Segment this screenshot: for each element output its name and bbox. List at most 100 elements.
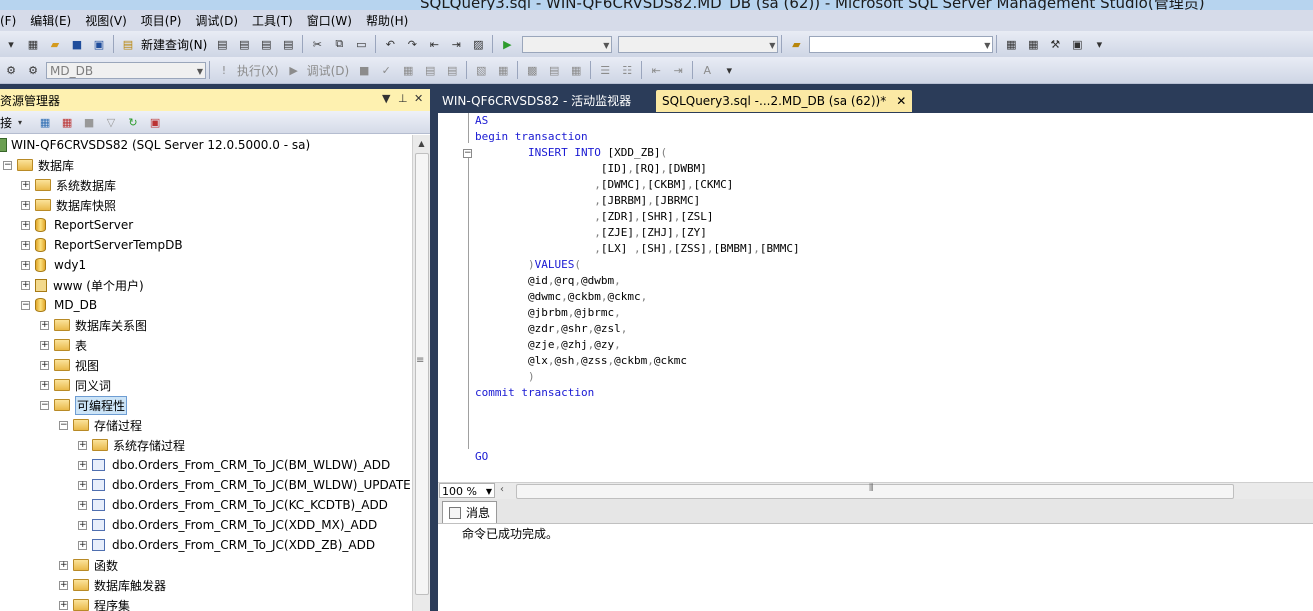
menu-file[interactable]: (F): [0, 14, 23, 28]
find-combo[interactable]: ▼: [809, 35, 994, 53]
debug-play-icon[interactable]: ▶: [286, 62, 302, 78]
connect-button[interactable]: 接: [0, 114, 12, 131]
disconnect-icon[interactable]: ▦: [59, 114, 75, 130]
tree-node[interactable]: + 表: [40, 335, 87, 355]
tree-node[interactable]: + ReportServerTempDB: [21, 235, 183, 255]
tree-node[interactable]: + www (单个用户): [21, 275, 144, 295]
navigate-back-icon[interactable]: ⇤: [426, 36, 442, 52]
increase-indent-icon[interactable]: ⇥: [670, 62, 686, 78]
xmla-query-icon[interactable]: ▤: [280, 36, 296, 52]
expand-icon[interactable]: +: [78, 440, 87, 450]
tree-node[interactable]: + 数据库触发器: [59, 575, 166, 595]
expand-icon[interactable]: +: [40, 320, 49, 330]
debug-button[interactable]: 调试(D): [307, 62, 350, 79]
estimated-plan-icon[interactable]: ▦: [400, 62, 416, 78]
stop-icon[interactable]: ■: [81, 114, 97, 130]
tree-node[interactable]: + 程序集: [59, 595, 130, 611]
available-databases-combo[interactable]: MD_DB ▼: [46, 61, 206, 79]
menu-debug[interactable]: 调试(D): [188, 12, 245, 29]
scroll-left-icon[interactable]: ‹: [500, 484, 504, 495]
menu-window[interactable]: 窗口(W): [300, 12, 359, 29]
menu-view[interactable]: 视图(V): [78, 12, 134, 29]
paste-icon[interactable]: ▭: [353, 36, 369, 52]
tree-node[interactable]: + 系统存储过程: [78, 435, 185, 455]
tree-node[interactable]: − 数据库: [3, 155, 74, 175]
expand-icon[interactable]: +: [40, 360, 49, 370]
connect-dropdown-icon[interactable]: ▾: [12, 114, 28, 130]
close-tab-icon[interactable]: ✕: [896, 94, 906, 108]
connect-explorer-icon[interactable]: ▦: [37, 114, 53, 130]
menu-edit[interactable]: 编辑(E): [23, 12, 78, 29]
tree-node[interactable]: + 同义词: [40, 375, 111, 395]
expand-icon[interactable]: +: [21, 240, 30, 250]
menu-help[interactable]: 帮助(H): [359, 12, 415, 29]
tree-node[interactable]: + ReportServer: [21, 215, 133, 235]
intellisense-icon[interactable]: ▧: [473, 62, 489, 78]
new-query-button[interactable]: 新建查询(N): [141, 36, 207, 53]
specify-values-icon[interactable]: ▤: [444, 62, 460, 78]
tree-node[interactable]: + 视图: [40, 355, 99, 375]
tree-node[interactable]: + dbo.Orders_From_CRM_To_JC(KC_KCDTB)_ADD: [78, 495, 388, 515]
tree-vertical-scrollbar[interactable]: ▲ ≡: [412, 135, 430, 611]
zoom-combo[interactable]: 100 % ▼: [439, 483, 495, 498]
expand-icon[interactable]: +: [59, 600, 68, 610]
horizontal-scrollbar-thumb[interactable]: ⦀: [516, 483, 1234, 499]
expand-icon[interactable]: +: [21, 180, 30, 190]
collapse-icon[interactable]: −: [21, 300, 30, 310]
activity-monitor-icon[interactable]: ▨: [470, 36, 486, 52]
tree-node[interactable]: − 存储过程: [59, 415, 142, 435]
expand-icon[interactable]: +: [78, 520, 87, 530]
expand-icon[interactable]: +: [78, 540, 87, 550]
analysis-query-icon[interactable]: ▤: [236, 36, 252, 52]
registered-servers-icon[interactable]: ▦: [1003, 36, 1019, 52]
tree-node[interactable]: − MD_DB: [21, 295, 97, 315]
mdx-query-icon[interactable]: ▤: [258, 36, 274, 52]
sql-editor[interactable]: − AS begin transaction INSERT INTO [XDD_Z…: [438, 113, 1313, 482]
tree-node[interactable]: + dbo.Orders_From_CRM_To_JC(BM_WLDW)_UPDA…: [78, 475, 411, 495]
navigate-forward-icon[interactable]: ⇥: [448, 36, 464, 52]
execute-button[interactable]: 执行(X): [237, 62, 279, 79]
scroll-up-icon[interactable]: ▲: [413, 135, 430, 152]
start-powershell-icon[interactable]: ▣: [147, 114, 163, 130]
open-file-icon[interactable]: ▰: [47, 36, 63, 52]
tab-activity-monitor[interactable]: WIN-QF6CRVSDS82 - 活动监视器: [436, 90, 637, 112]
expand-icon[interactable]: +: [59, 560, 68, 570]
decrease-indent-icon[interactable]: ⇤: [648, 62, 664, 78]
parse-icon[interactable]: ✓: [378, 62, 394, 78]
editor-horizontal-scrollbar[interactable]: 100 % ▼ ‹ ⦀: [438, 482, 1313, 499]
collapse-icon[interactable]: −: [3, 160, 12, 170]
expand-icon[interactable]: +: [78, 460, 87, 470]
menu-tools[interactable]: 工具(T): [245, 12, 300, 29]
change-connection-icon[interactable]: ⚙: [25, 62, 41, 78]
new-project-icon[interactable]: ▦: [25, 36, 41, 52]
toolbox-icon[interactable]: ▣: [1069, 36, 1085, 52]
start-debug-icon[interactable]: ▶: [499, 36, 515, 52]
save-icon[interactable]: ■: [69, 36, 85, 52]
tree-node[interactable]: + 函数: [59, 555, 118, 575]
toolbar-dropdown-icon[interactable]: ▾: [3, 36, 19, 52]
copy-icon[interactable]: ⧉: [331, 36, 347, 52]
database-engine-query-icon[interactable]: ▤: [214, 36, 230, 52]
tree-node[interactable]: + dbo.Orders_From_CRM_To_JC(BM_WLDW)_ADD: [78, 455, 390, 475]
toolbar-options-icon[interactable]: ▾: [721, 62, 737, 78]
object-explorer-icon[interactable]: ▦: [1025, 36, 1041, 52]
tree-node[interactable]: WIN-QF6CRVSDS82 (SQL Server 12.0.5000.0 …: [0, 135, 310, 155]
expand-icon[interactable]: +: [40, 340, 49, 350]
properties-icon[interactable]: ⚒: [1047, 36, 1063, 52]
cancel-query-icon[interactable]: ■: [356, 62, 372, 78]
pin-icon[interactable]: ⊥: [398, 92, 408, 105]
comment-out-icon[interactable]: ☰: [597, 62, 613, 78]
uncomment-icon[interactable]: ☷: [619, 62, 635, 78]
expand-icon[interactable]: +: [21, 260, 30, 270]
menu-project[interactable]: 项目(P): [134, 12, 189, 29]
scrollbar-thumb[interactable]: [415, 153, 429, 595]
results-to-text-icon[interactable]: ▤: [546, 62, 562, 78]
query-designer-icon[interactable]: ▤: [422, 62, 438, 78]
expand-icon[interactable]: +: [21, 280, 30, 290]
tab-sqlquery3[interactable]: SQLQuery3.sql -...2.MD_DB (sa (62))* ✕: [656, 90, 913, 112]
panel-dropdown-icon[interactable]: ▼: [382, 92, 390, 105]
collapse-icon[interactable]: −: [40, 400, 49, 410]
execute-icon[interactable]: !: [216, 62, 232, 78]
refresh-icon[interactable]: ↻: [125, 114, 141, 130]
tree-node[interactable]: + wdy1: [21, 255, 86, 275]
